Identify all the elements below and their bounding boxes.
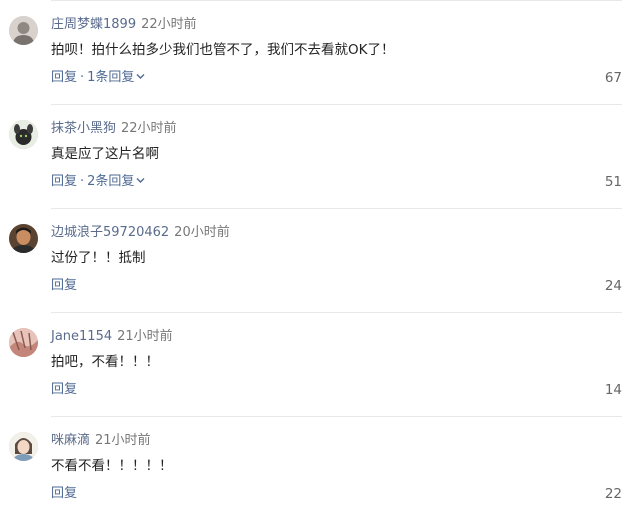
comment-divider — [51, 416, 622, 417]
comment-divider — [51, 0, 622, 1]
chevron-down-icon — [136, 178, 145, 183]
comment-time: 22小时前 — [121, 121, 177, 136]
like-count[interactable]: 51 — [562, 172, 622, 192]
view-replies-button[interactable]: 1条回复 — [87, 70, 145, 85]
comment-list: 庄周梦蝶1899 22小时前 拍呗！拍什么拍多少我们也管不了，我们不去看就OK了！… — [0, 0, 622, 514]
username-link[interactable]: 边城浪子59720462 — [51, 225, 169, 240]
reply-button[interactable]: 回复 — [51, 278, 77, 293]
reply-count-label: 1条回复 — [87, 70, 135, 85]
comment-actions: 回复 — [51, 380, 77, 400]
username-link[interactable]: Jane1154 — [51, 329, 112, 344]
separator-dot: · — [80, 174, 85, 189]
comment-text: 不看不看！！！！！ — [51, 458, 173, 474]
like-count[interactable]: 24 — [562, 276, 622, 296]
comment-time: 22小时前 — [141, 17, 197, 32]
comment-text: 真是应了这片名啊 — [51, 146, 159, 162]
reply-button[interactable]: 回复 — [51, 174, 77, 189]
comment-divider — [51, 104, 622, 105]
comment-meta: 咪麻滴 21小时前 — [51, 431, 151, 451]
like-count[interactable]: 22 — [562, 484, 622, 504]
username-link[interactable]: 抹茶小黑狗 — [51, 121, 116, 136]
comment-text: 拍呗！拍什么拍多少我们也管不了，我们不去看就OK了！ — [51, 42, 395, 58]
username-link[interactable]: 庄周梦蝶1899 — [51, 17, 136, 32]
comment-meta: Jane1154 21小时前 — [51, 327, 173, 347]
like-count[interactable]: 67 — [562, 68, 622, 88]
comment-divider — [51, 312, 622, 313]
comment-text: 过份了！！抵制 — [51, 250, 146, 266]
comment-item: 抹茶小黑狗 22小时前 真是应了这片名啊 回复 · 2条回复 51 — [0, 104, 622, 208]
comment-divider — [51, 208, 622, 209]
reply-count-label: 2条回复 — [87, 174, 135, 189]
comment-text: 拍吧，不看！！！ — [51, 354, 159, 370]
comment-actions: 回复 · 1条回复 — [51, 68, 145, 88]
comment-item: 庄周梦蝶1899 22小时前 拍呗！拍什么拍多少我们也管不了，我们不去看就OK了！… — [0, 0, 622, 104]
comment-actions: 回复 — [51, 484, 77, 504]
user-avatar-icon[interactable] — [9, 328, 38, 357]
comment-item: 咪麻滴 21小时前 不看不看！！！！！ 回复 22 — [0, 416, 622, 514]
view-replies-button[interactable]: 2条回复 — [87, 174, 145, 189]
user-avatar-icon[interactable] — [9, 432, 38, 461]
comment-time: 21小时前 — [95, 433, 151, 448]
user-avatar-icon[interactable] — [9, 120, 38, 149]
comment-time: 21小时前 — [117, 329, 173, 344]
comment-actions: 回复 — [51, 276, 77, 296]
like-count[interactable]: 14 — [562, 380, 622, 400]
separator-dot: · — [80, 70, 85, 85]
comment-meta: 边城浪子59720462 20小时前 — [51, 223, 230, 243]
comment-actions: 回复 · 2条回复 — [51, 172, 145, 192]
user-avatar-icon[interactable] — [9, 16, 38, 45]
comment-time: 20小时前 — [174, 225, 230, 240]
comment-meta: 抹茶小黑狗 22小时前 — [51, 119, 177, 139]
username-link[interactable]: 咪麻滴 — [51, 433, 90, 448]
chevron-down-icon — [136, 74, 145, 79]
reply-button[interactable]: 回复 — [51, 382, 77, 397]
comment-item: 边城浪子59720462 20小时前 过份了！！抵制 回复 24 — [0, 208, 622, 312]
comment-meta: 庄周梦蝶1899 22小时前 — [51, 15, 197, 35]
user-avatar-icon[interactable] — [9, 224, 38, 253]
reply-button[interactable]: 回复 — [51, 70, 77, 85]
reply-button[interactable]: 回复 — [51, 486, 77, 501]
comment-item: Jane1154 21小时前 拍吧，不看！！！ 回复 14 — [0, 312, 622, 416]
